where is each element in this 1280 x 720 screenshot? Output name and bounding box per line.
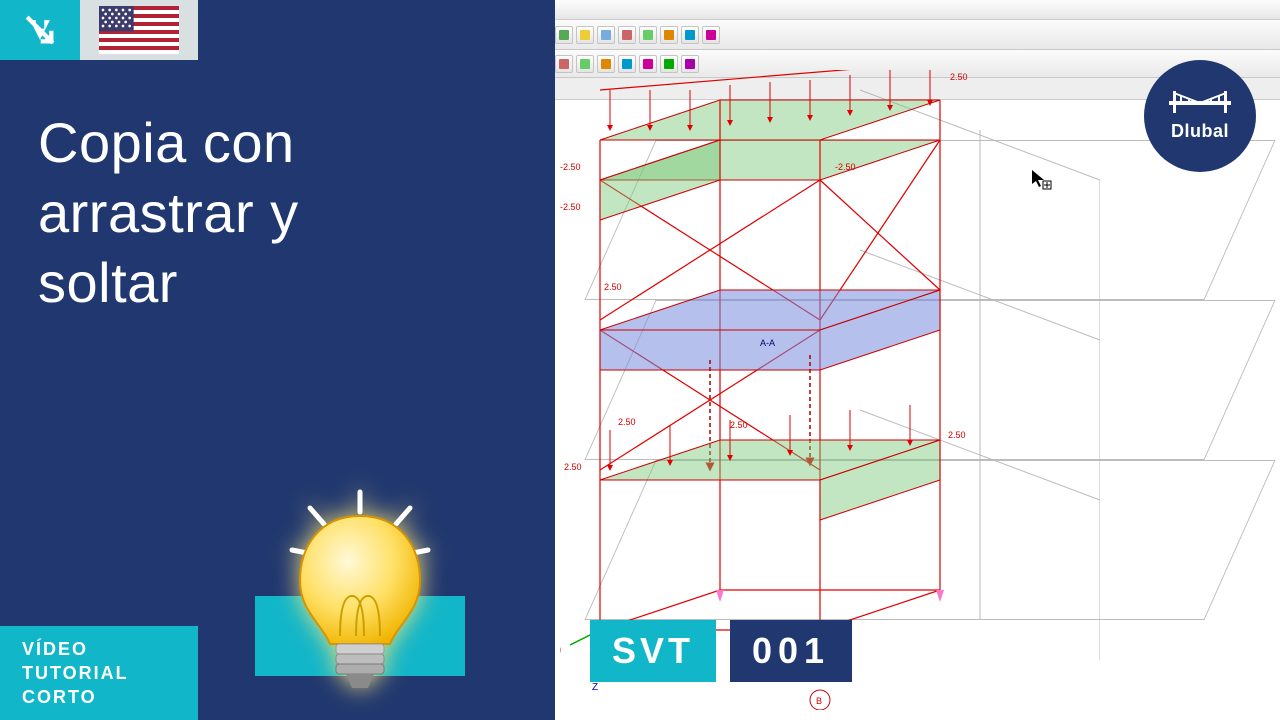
load-label: 2.50 bbox=[948, 430, 966, 440]
load-label: -2.50 bbox=[560, 202, 581, 212]
category-badge: VÍDEO TUTORIAL CORTO bbox=[0, 626, 198, 720]
load-label: -2.50 bbox=[560, 162, 581, 172]
tool-icon[interactable] bbox=[702, 26, 720, 44]
lightbulb-icon bbox=[280, 486, 440, 706]
load-label: 2.50 bbox=[950, 72, 968, 82]
logo-text: Dlubal bbox=[1171, 121, 1229, 142]
svt-number: 001 bbox=[730, 620, 852, 682]
load-label: 2.50 bbox=[604, 282, 622, 292]
download-arrow-icon bbox=[0, 0, 80, 60]
svt-label: SVT bbox=[590, 620, 716, 682]
load-label: 2.50 bbox=[730, 420, 748, 430]
dlubal-logo: Dlubal bbox=[1144, 60, 1256, 172]
title-overlay-panel: Copia con arrastrar y soltar bbox=[0, 0, 555, 720]
bridge-icon bbox=[1169, 91, 1231, 117]
title-line: arrastrar y bbox=[38, 178, 299, 248]
tool-icon[interactable] bbox=[576, 26, 594, 44]
tool-icon[interactable] bbox=[618, 26, 636, 44]
badge-line: VÍDEO bbox=[22, 637, 198, 661]
badge-line: CORTO bbox=[22, 685, 198, 709]
structural-model: 2.50 A-A 2.50 -2.50 -2.50 -2.50 bbox=[560, 70, 1100, 710]
title-line: Copia con bbox=[38, 108, 299, 178]
lightbulb-graphic bbox=[250, 466, 470, 706]
load-label: 2.50 bbox=[618, 417, 636, 427]
flag-us-icon bbox=[80, 0, 198, 60]
mouse-cursor-copy-icon bbox=[1032, 170, 1052, 190]
load-label: -2.50 bbox=[835, 162, 856, 172]
title-line: soltar bbox=[38, 248, 299, 318]
tool-icon[interactable] bbox=[597, 26, 615, 44]
header-row bbox=[0, 0, 198, 60]
load-label: 2.50 bbox=[564, 462, 582, 472]
tool-icon[interactable] bbox=[681, 26, 699, 44]
section-label: A-A bbox=[760, 338, 775, 348]
video-tutorial-badge: VÍDEO TUTORIAL CORTO bbox=[0, 626, 198, 720]
tool-icon[interactable] bbox=[555, 26, 573, 44]
episode-badge-row: SVT 001 bbox=[590, 620, 852, 682]
axis-z: Z bbox=[592, 682, 598, 693]
tool-icon[interactable] bbox=[639, 26, 657, 44]
tool-icon[interactable] bbox=[660, 26, 678, 44]
grid-label: B bbox=[816, 696, 822, 706]
video-title: Copia con arrastrar y soltar bbox=[38, 108, 299, 318]
badge-line: TUTORIAL bbox=[22, 661, 198, 685]
